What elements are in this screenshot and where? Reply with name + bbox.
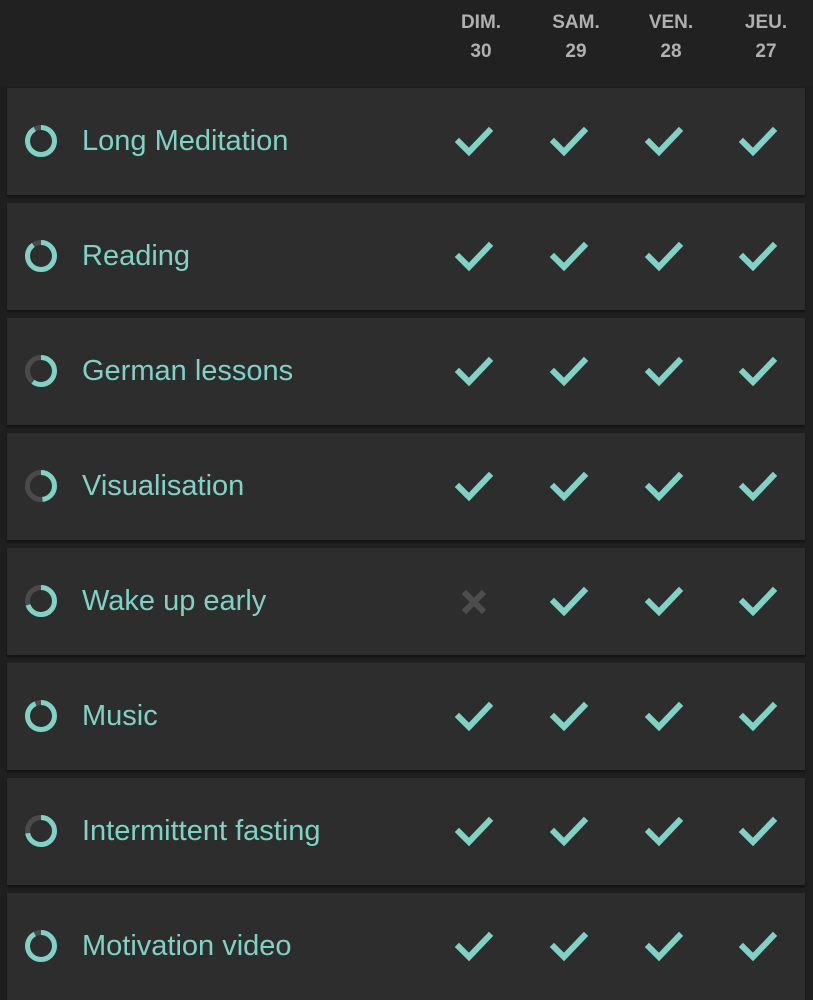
check-icon[interactable] bbox=[644, 698, 684, 736]
habit-score-ring-icon bbox=[25, 125, 57, 157]
habit-name[interactable]: German lessons bbox=[82, 318, 293, 425]
check-icon[interactable] bbox=[738, 698, 778, 736]
habit-score-ring-icon bbox=[25, 930, 57, 962]
check-icon[interactable] bbox=[738, 238, 778, 276]
habit-name[interactable]: Visualisation bbox=[82, 433, 244, 540]
day-number: 27 bbox=[755, 41, 777, 62]
check-icon[interactable] bbox=[738, 813, 778, 851]
check-icon[interactable] bbox=[549, 583, 589, 621]
habit-score-ring-icon bbox=[25, 470, 57, 502]
day-name: SAM. bbox=[552, 12, 600, 33]
habit-row[interactable]: Wake up early bbox=[7, 548, 805, 655]
habit-name[interactable]: Intermittent fasting bbox=[82, 778, 321, 885]
check-icon[interactable] bbox=[644, 928, 684, 966]
habit-name[interactable]: Long Meditation bbox=[82, 88, 288, 195]
habit-name[interactable]: Wake up early bbox=[82, 548, 266, 655]
check-icon[interactable] bbox=[738, 583, 778, 621]
check-icon[interactable] bbox=[738, 353, 778, 391]
check-icon[interactable] bbox=[454, 928, 494, 966]
check-icon[interactable] bbox=[644, 583, 684, 621]
day-name: DIM. bbox=[460, 12, 502, 33]
habit-row[interactable]: Intermittent fasting bbox=[7, 778, 805, 885]
check-icon[interactable] bbox=[644, 468, 684, 506]
check-icon[interactable] bbox=[644, 813, 684, 851]
check-icon[interactable] bbox=[644, 353, 684, 391]
habit-score-ring-icon bbox=[25, 240, 57, 272]
check-icon[interactable] bbox=[549, 123, 589, 161]
check-icon[interactable] bbox=[738, 123, 778, 161]
habit-name[interactable]: Reading bbox=[82, 203, 190, 310]
habit-score-ring-icon bbox=[25, 585, 57, 617]
habit-row[interactable]: Long Meditation bbox=[7, 88, 805, 195]
day-column-header: DIM. 30 bbox=[441, 8, 521, 66]
check-icon[interactable] bbox=[738, 468, 778, 506]
habit-row[interactable]: Visualisation bbox=[7, 433, 805, 540]
check-icon[interactable] bbox=[454, 813, 494, 851]
day-number: 30 bbox=[470, 41, 492, 62]
check-icon[interactable] bbox=[454, 353, 494, 391]
day-column-header: VEN. 28 bbox=[631, 8, 711, 66]
habit-row[interactable]: Reading bbox=[7, 203, 805, 310]
habit-score-ring-icon bbox=[25, 815, 57, 847]
check-icon[interactable] bbox=[549, 698, 589, 736]
check-icon[interactable] bbox=[454, 468, 494, 506]
day-column-header: SAM. 29 bbox=[536, 8, 616, 66]
check-icon[interactable] bbox=[454, 698, 494, 736]
day-name: JEU. bbox=[744, 12, 788, 33]
check-icon[interactable] bbox=[549, 468, 589, 506]
habit-row[interactable]: Motivation video bbox=[7, 893, 805, 1000]
check-icon[interactable] bbox=[549, 238, 589, 276]
day-column-header: JEU. 27 bbox=[726, 8, 806, 66]
check-icon[interactable] bbox=[549, 928, 589, 966]
check-icon[interactable] bbox=[454, 238, 494, 276]
habit-score-ring-icon bbox=[25, 700, 57, 732]
habit-row[interactable]: Music bbox=[7, 663, 805, 770]
day-number: 29 bbox=[565, 41, 587, 62]
check-icon[interactable] bbox=[644, 123, 684, 161]
habit-name[interactable]: Motivation video bbox=[82, 893, 292, 1000]
habit-row[interactable]: German lessons bbox=[7, 318, 805, 425]
habit-score-ring-icon bbox=[25, 355, 57, 387]
check-icon[interactable] bbox=[454, 123, 494, 161]
day-number: 28 bbox=[660, 41, 682, 62]
cross-icon[interactable] bbox=[454, 583, 494, 621]
check-icon[interactable] bbox=[644, 238, 684, 276]
day-header: DIM. 30 SAM. 29 VEN. 28 JEU. 27 bbox=[0, 0, 813, 86]
check-icon[interactable] bbox=[738, 928, 778, 966]
check-icon[interactable] bbox=[549, 813, 589, 851]
check-icon[interactable] bbox=[549, 353, 589, 391]
habit-name[interactable]: Music bbox=[82, 663, 158, 770]
day-name: VEN. bbox=[648, 12, 694, 33]
